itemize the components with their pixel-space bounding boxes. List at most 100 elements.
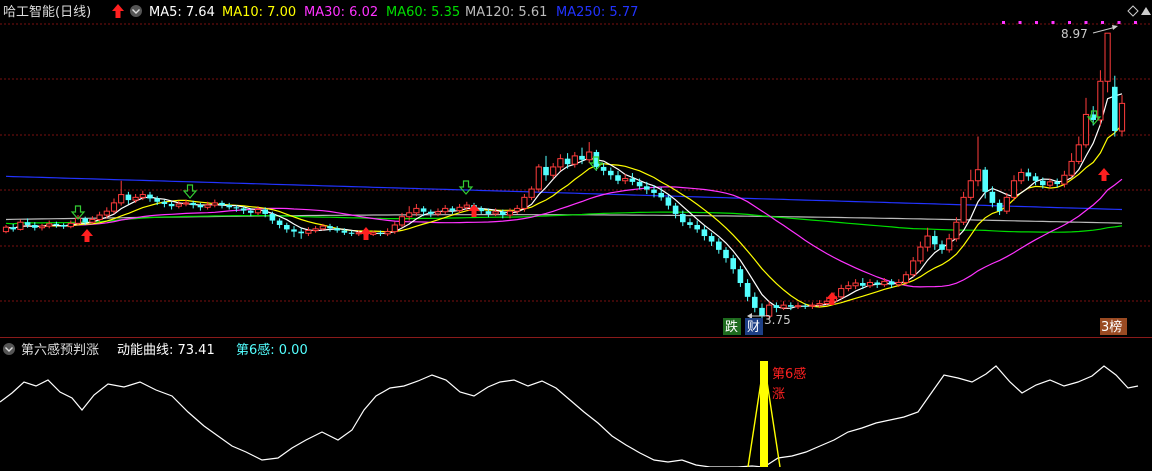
- candle-body: [154, 198, 160, 202]
- candle-body: [895, 281, 902, 286]
- candle-body: [254, 209, 262, 214]
- candle-body: [687, 222, 693, 225]
- sense-text-2: 涨: [772, 387, 785, 402]
- candle-body: [38, 225, 46, 229]
- candle-body: [197, 205, 204, 208]
- candle-body: [874, 282, 880, 285]
- signal-dot: [1084, 21, 1088, 24]
- candle-body: [32, 224, 38, 228]
- ma30-label: MA30: 6.02: [304, 5, 378, 20]
- candle-body: [125, 194, 132, 201]
- sixth-sense-label: 第6感: 0.00: [236, 342, 308, 358]
- candle-body: [24, 222, 31, 225]
- candle-body: [500, 211, 506, 216]
- candle-body: [348, 232, 355, 234]
- candle-body: [535, 166, 542, 190]
- candle-body: [608, 170, 614, 176]
- candle-body: [881, 280, 888, 286]
- candle-body: [211, 202, 218, 206]
- sub-header: 第六感预判涨 动能曲线: 73.41 第6感: 0.00: [3, 342, 308, 358]
- candle-body: [794, 305, 802, 308]
- candle-body: [291, 229, 297, 232]
- svg-text:3榜: 3榜: [1101, 319, 1122, 335]
- candle-body: [132, 196, 139, 201]
- candle-body: [773, 305, 780, 308]
- candle-body: [298, 231, 304, 234]
- candle-body: [521, 196, 528, 209]
- candle-body: [982, 169, 988, 192]
- candle-body: [182, 202, 190, 205]
- candle-body: [2, 226, 10, 233]
- svg-text:财: 财: [747, 320, 760, 335]
- candle-body: [53, 223, 60, 225]
- signal-dot: [1101, 21, 1104, 24]
- stock-title[interactable]: 哈工智能(日线): [3, 5, 91, 20]
- candle-body: [838, 288, 845, 298]
- candle-body: [190, 202, 196, 206]
- candle-body: [543, 166, 549, 176]
- candle-body: [600, 166, 607, 171]
- candle-body: [103, 210, 110, 216]
- candle-body: [384, 231, 391, 235]
- candle-body: [564, 158, 571, 165]
- momentum-line-label: 动能曲线: 73.41: [117, 343, 215, 358]
- candle-body: [413, 207, 420, 214]
- candle-body: [420, 208, 427, 212]
- stock-chart-window: 哈工智能(日线) MA5: 7.64 MA10: 7.00 MA30: 6.02…: [0, 0, 1152, 468]
- candle-body: [276, 220, 283, 225]
- candle-body: [788, 305, 794, 307]
- candle-body: [312, 228, 319, 232]
- candle-body: [82, 218, 88, 223]
- candle-body: [442, 207, 449, 213]
- candle-body: [860, 283, 866, 286]
- candle-body: [204, 204, 211, 208]
- signal-dot: [1068, 21, 1071, 24]
- candle-body: [1054, 181, 1060, 185]
- candle-body: [17, 221, 24, 230]
- badge-cai: 财: [745, 318, 763, 335]
- candle-body: [67, 222, 74, 228]
- ma5-label: MA5: 7.64: [149, 5, 215, 20]
- candle-body: [809, 304, 816, 307]
- candle-body: [327, 226, 333, 229]
- candle-body: [752, 296, 758, 308]
- candle-body: [492, 211, 499, 215]
- svg-text:跌: 跌: [725, 319, 738, 335]
- candle-body: [1032, 176, 1039, 181]
- chevron-down-icon[interactable]: [3, 343, 15, 355]
- candle-body: [161, 201, 168, 204]
- candle-body: [974, 169, 982, 182]
- candle-body: [398, 216, 406, 226]
- high-label: 8.97: [1061, 27, 1088, 41]
- candle-body: [1061, 174, 1068, 185]
- candle-body: [996, 202, 1003, 212]
- candle-body: [586, 151, 593, 161]
- candle-body: [845, 285, 852, 290]
- candle-body: [341, 230, 348, 233]
- candle-body: [802, 305, 808, 307]
- badge-bang: 3榜: [1100, 318, 1127, 335]
- candle-body: [391, 224, 398, 233]
- signal-dot: [1035, 21, 1038, 24]
- candle-body: [1082, 113, 1090, 146]
- ma60-label: MA60: 5.35: [386, 5, 460, 20]
- chevron-down-icon[interactable]: [130, 5, 142, 17]
- signal-dot: [1018, 21, 1022, 24]
- candle-body: [716, 241, 722, 250]
- candle-body: [463, 204, 470, 208]
- candle-body: [615, 175, 621, 181]
- chart-canvas: 哈工智能(日线) MA5: 7.64 MA10: 7.00 MA30: 6.02…: [0, 0, 1152, 468]
- candle-body: [744, 283, 751, 297]
- candle-body: [1097, 80, 1104, 121]
- indicator-title[interactable]: 第六感预判涨: [21, 342, 99, 358]
- signal-dot: [1117, 21, 1121, 24]
- candle-body: [932, 236, 938, 245]
- candle-body: [665, 197, 672, 206]
- candle-body: [823, 300, 830, 304]
- candle-body: [579, 155, 585, 160]
- candle-body: [46, 223, 53, 227]
- candle-body: [219, 202, 225, 206]
- candle-body: [636, 181, 643, 187]
- candle: [535, 164, 542, 192]
- candle-body: [557, 158, 564, 168]
